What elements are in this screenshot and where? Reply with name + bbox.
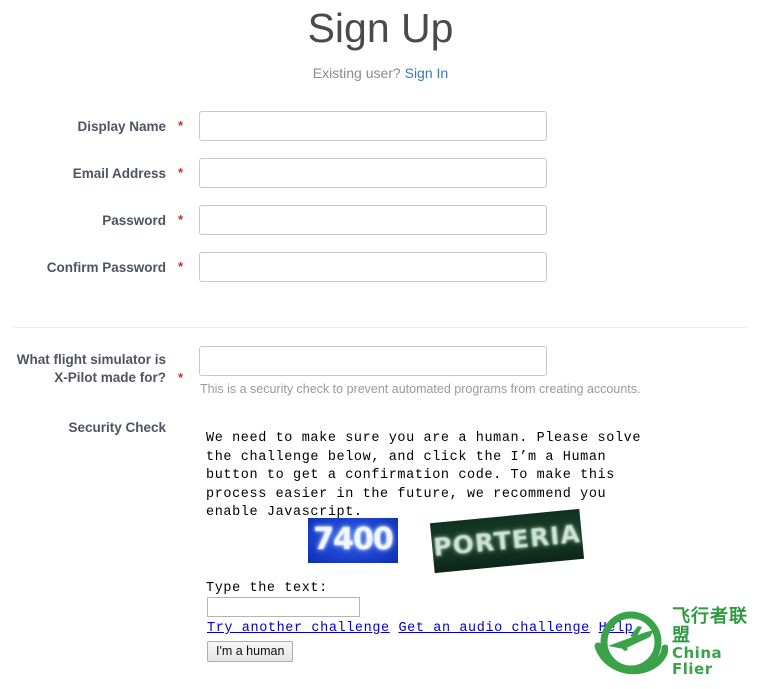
captcha-widget: We need to make sure you are a human. Pl… bbox=[206, 430, 656, 662]
captcha-links: Try another challenge Get an audio chall… bbox=[207, 620, 633, 639]
label-password: Password bbox=[102, 213, 166, 229]
captcha-intro-text: We need to make sure you are a human. Pl… bbox=[206, 431, 642, 520]
required-marker-display-name: * bbox=[178, 118, 184, 134]
captcha-image-word[interactable]: PORTERIA bbox=[429, 508, 585, 574]
label-security-check: Security Check bbox=[68, 420, 166, 435]
label-email-address: Email Address bbox=[72, 166, 166, 182]
captcha-type-label: Type the text: bbox=[206, 581, 328, 596]
captcha-image-numeric[interactable]: 7400 bbox=[308, 518, 398, 563]
label-display-name: Display Name bbox=[77, 119, 166, 135]
watermark-text: 飞行者联盟 China Flier bbox=[672, 606, 759, 678]
signup-form: Display Name * Email Address * Password … bbox=[0, 111, 761, 299]
email-address-input[interactable] bbox=[199, 158, 547, 189]
label-security-question-line1: What flight simulator is bbox=[16, 352, 166, 367]
display-name-input[interactable] bbox=[199, 111, 547, 142]
label-confirm-password: Confirm Password bbox=[46, 260, 166, 276]
required-marker-email-address: * bbox=[178, 165, 184, 181]
form-row-confirm-password: Confirm Password * bbox=[0, 252, 761, 299]
get-audio-challenge-link[interactable]: Get an audio challenge bbox=[398, 621, 589, 636]
security-question-help: This is a security check to prevent auto… bbox=[200, 382, 641, 396]
page-title: Sign Up bbox=[307, 5, 454, 51]
form-row-display-name: Display Name * bbox=[0, 111, 761, 158]
required-marker-confirm-password: * bbox=[178, 259, 184, 275]
page-header: Sign Up Existing user? Sign In bbox=[0, 0, 761, 81]
form-row-email-address: Email Address * bbox=[0, 158, 761, 205]
existing-user-line: Existing user? Sign In bbox=[0, 65, 761, 81]
required-marker-security-question: * bbox=[178, 370, 184, 385]
watermark-cn-text: 飞行者联盟 bbox=[672, 606, 748, 647]
china-flier-logo-icon bbox=[594, 606, 669, 680]
existing-user-text: Existing user? bbox=[312, 65, 401, 82]
watermark: 飞行者联盟 China Flier bbox=[594, 604, 759, 682]
required-marker-password: * bbox=[178, 212, 184, 228]
captcha-challenge-images: 7400 PORTERIA bbox=[206, 508, 656, 576]
try-another-challenge-link[interactable]: Try another challenge bbox=[207, 621, 390, 636]
password-input[interactable] bbox=[199, 205, 547, 236]
captcha-image-numeric-text: 7400 bbox=[313, 522, 394, 558]
im-a-human-button[interactable]: I'm a human bbox=[207, 641, 294, 662]
confirm-password-input[interactable] bbox=[199, 252, 547, 283]
watermark-en-text: China Flier bbox=[672, 644, 723, 678]
form-row-password: Password * bbox=[0, 205, 761, 252]
captcha-answer-input[interactable] bbox=[207, 597, 360, 617]
captcha-image-word-text: PORTERIA bbox=[432, 518, 582, 562]
label-security-question-line2: X-Pilot made for? bbox=[54, 370, 166, 385]
section-divider bbox=[14, 327, 747, 328]
sign-in-link[interactable]: Sign In bbox=[405, 65, 449, 81]
security-question-input[interactable] bbox=[199, 346, 547, 376]
